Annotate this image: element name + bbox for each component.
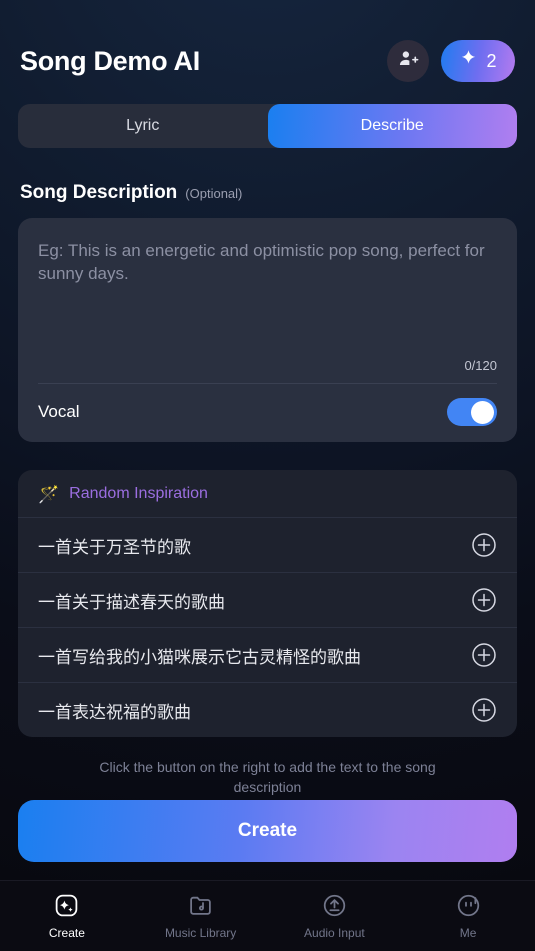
vocal-row: Vocal [18,384,517,442]
bottom-navigation: Create Music Library Audio Input Me [0,880,535,951]
list-item[interactable]: 一首表达祝福的歌曲 [18,683,517,737]
song-description-heading: Song Description (Optional) [20,182,535,204]
vocal-label: Vocal [38,402,80,421]
song-description-input[interactable] [18,218,517,353]
inspiration-text: 一首关于描述春天的歌曲 [38,592,225,612]
page-title: Song Demo AI [20,45,200,76]
toggle-knob [471,400,494,424]
song-description-card: 0/120 Vocal [18,218,517,442]
nav-label: Music Library [164,925,237,940]
vocal-toggle[interactable] [447,398,497,426]
nav-item-audio-input[interactable]: Audio Input [268,893,402,940]
random-inspiration-card: 🪄 Random Inspiration 一首关于万圣节的歌 一首关于描述春天的… [18,470,517,737]
tab-describe[interactable]: Describe [267,104,517,148]
inspiration-hint: Click the button on the right to add the… [99,759,436,796]
nav-label: Me [459,925,477,940]
profile-circle-icon [456,893,481,919]
nav-label: Create [48,925,85,940]
nav-item-me[interactable]: Me [401,893,535,940]
inspiration-header: 🪄 Random Inspiration [18,470,517,518]
inspiration-text: 一首表达祝福的歌曲 [38,702,191,722]
inspiration-title: Random Inspiration [69,485,208,502]
magic-wand-icon: 🪄 [38,484,60,504]
upload-circle-icon [322,893,347,919]
section-title: Song Description [20,182,178,203]
inspiration-text: 一首关于万圣节的歌 [38,537,191,557]
mode-tabs: Lyric Describe [18,104,517,148]
create-button-container: Create [0,800,535,880]
nav-item-create[interactable]: Create [0,893,134,940]
plus-circle-icon[interactable] [471,587,497,613]
credits-badge[interactable]: 2 [441,40,515,82]
app-screen: Song Demo AI 2 Lyric Describe Song Descr… [0,0,535,951]
sparkle-square-icon [54,893,79,919]
nav-item-music-library[interactable]: Music Library [134,893,268,940]
create-button[interactable]: Create [18,800,517,862]
sparkle-icon [459,49,478,73]
plus-circle-icon[interactable] [471,697,497,723]
person-add-icon [398,48,419,74]
optional-label: (Optional) [185,186,243,201]
inspiration-text: 一首写给我的小猫咪展示它古灵精怪的歌曲 [38,647,361,667]
list-item[interactable]: 一首写给我的小猫咪展示它古灵精怪的歌曲 [18,628,517,683]
character-counter: 0/120 [464,358,497,373]
list-item[interactable]: 一首关于描述春天的歌曲 [18,573,517,628]
plus-circle-icon[interactable] [471,532,497,558]
credits-count: 2 [486,50,497,71]
music-folder-icon [188,893,213,919]
tab-lyric[interactable]: Lyric [18,104,268,148]
nav-label: Audio Input [304,925,365,940]
invite-friend-button[interactable] [387,40,429,82]
plus-circle-icon[interactable] [471,642,497,668]
list-item[interactable]: 一首关于万圣节的歌 [18,518,517,573]
header-actions: 2 [387,40,515,82]
app-header: Song Demo AI 2 [0,0,535,82]
